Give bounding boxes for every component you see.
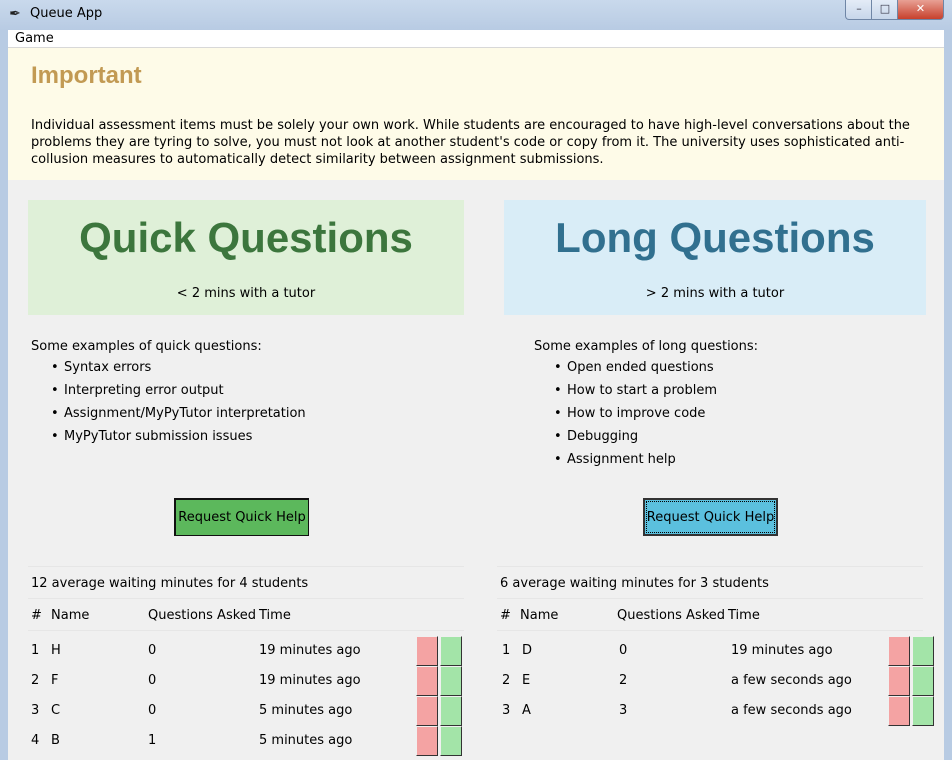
row-name: B [51, 733, 60, 748]
long-examples-list: • Open ended questions • How to start a pr… [534, 360, 758, 475]
remove-student-button[interactable] [416, 696, 438, 726]
remove-student-button[interactable] [888, 696, 910, 726]
row-time: 19 minutes ago [731, 643, 833, 658]
separator [497, 630, 923, 631]
row-time: a few seconds ago [731, 703, 852, 718]
row-questions-asked: 0 [148, 673, 157, 688]
list-item: • Interpreting error output [51, 383, 224, 398]
column-time: Time [728, 608, 760, 623]
maximize-button[interactable]: □ [871, 0, 899, 20]
accept-student-button[interactable] [912, 666, 934, 696]
separator [28, 598, 464, 599]
list-item: • How to improve code [554, 406, 706, 421]
quick-wait-summary: 12 average waiting minutes for 4 student… [31, 576, 309, 591]
quick-examples-list: • Syntax errors • Interpreting error outpu… [31, 360, 306, 452]
window-frame-right [944, 30, 952, 760]
remove-student-button[interactable] [416, 666, 438, 696]
separator [497, 598, 923, 599]
quick-questions-panel: Quick Questions < 2 mins with a tutor [28, 200, 464, 315]
column-questions-asked: Questions Asked [617, 608, 726, 623]
separator [28, 630, 464, 631]
remove-student-button[interactable] [888, 636, 910, 666]
separator [497, 566, 923, 567]
list-item: • Syntax errors [51, 360, 152, 375]
row-questions-asked: 0 [619, 643, 628, 658]
accept-student-button[interactable] [440, 726, 462, 756]
quick-questions-subtitle: < 2 mins with a tutor [176, 286, 316, 301]
row-name: C [51, 703, 61, 718]
list-item: • How to start a problem [554, 383, 717, 398]
window-frame-left [0, 30, 8, 760]
column-number: # [500, 608, 511, 623]
column-name: Name [51, 608, 90, 623]
long-examples: Some examples of long questions: • Open e… [534, 339, 758, 475]
accept-student-button[interactable] [440, 636, 462, 666]
long-questions-subtitle: > 2 mins with a tutor [645, 286, 785, 301]
long-examples-heading: Some examples of long questions: [534, 339, 759, 354]
accept-student-button[interactable] [440, 666, 462, 696]
list-item: • Assignment/MyPyTutor interpretation [51, 406, 306, 421]
request-quick-help-button[interactable]: Request Quick Help [174, 498, 309, 536]
row-time: 5 minutes ago [259, 733, 353, 748]
row-number: 3 [31, 703, 40, 718]
row-name: E [522, 673, 531, 688]
column-time: Time [259, 608, 291, 623]
row-time: 5 minutes ago [259, 703, 353, 718]
long-questions-panel: Long Questions > 2 mins with a tutor [504, 200, 926, 315]
important-notice: Important Individual assessment items mu… [8, 48, 944, 180]
remove-student-button[interactable] [888, 666, 910, 696]
long-questions-title: Long Questions [555, 214, 875, 261]
accept-student-button[interactable] [912, 636, 934, 666]
row-questions-asked: 3 [619, 703, 628, 718]
menu-game[interactable]: Game [15, 31, 54, 46]
remove-student-button[interactable] [416, 726, 438, 756]
column-number: # [31, 608, 42, 623]
row-time: 19 minutes ago [259, 673, 361, 688]
row-name: D [522, 643, 533, 658]
list-item: • Debugging [554, 429, 639, 444]
row-number: 2 [502, 673, 511, 688]
row-time: a few seconds ago [731, 673, 852, 688]
row-number: 1 [31, 643, 40, 658]
row-name: A [522, 703, 531, 718]
long-wait-summary: 6 average waiting minutes for 3 students [500, 576, 769, 591]
row-time: 19 minutes ago [259, 643, 361, 658]
column-name: Name [520, 608, 559, 623]
accept-student-button[interactable] [912, 696, 934, 726]
row-number: 4 [31, 733, 40, 748]
menubar: Game [8, 30, 944, 48]
row-questions-asked: 0 [148, 643, 157, 658]
minimize-button[interactable]: – [845, 0, 873, 20]
remove-student-button[interactable] [416, 636, 438, 666]
row-questions-asked: 1 [148, 733, 157, 748]
important-text: Individual assessment items must be sole… [31, 118, 910, 167]
list-item: • MyPyTutor submission issues [51, 429, 253, 444]
column-questions-asked: Questions Asked [148, 608, 257, 623]
feather-icon: ✒ [9, 6, 21, 22]
accept-student-button[interactable] [440, 696, 462, 726]
quick-questions-title: Quick Questions [79, 214, 413, 261]
quick-examples: Some examples of quick questions: • Synta… [31, 339, 306, 452]
close-button[interactable]: ✕ [897, 0, 944, 20]
request-long-help-button[interactable]: Request Quick Help [643, 498, 778, 536]
separator [28, 566, 464, 567]
list-item: • Open ended questions [554, 360, 714, 375]
window-titlebar[interactable]: ✒ Queue App – □ ✕ [0, 0, 952, 31]
row-questions-asked: 2 [619, 673, 628, 688]
row-number: 3 [502, 703, 511, 718]
row-name: H [51, 643, 61, 658]
window-title: Queue App [30, 6, 103, 21]
list-item: • Assignment help [554, 452, 676, 467]
quick-examples-heading: Some examples of quick questions: [31, 339, 262, 354]
important-title: Important [31, 62, 142, 89]
row-questions-asked: 0 [148, 703, 157, 718]
row-number: 1 [502, 643, 511, 658]
row-name: F [51, 673, 59, 688]
row-number: 2 [31, 673, 40, 688]
